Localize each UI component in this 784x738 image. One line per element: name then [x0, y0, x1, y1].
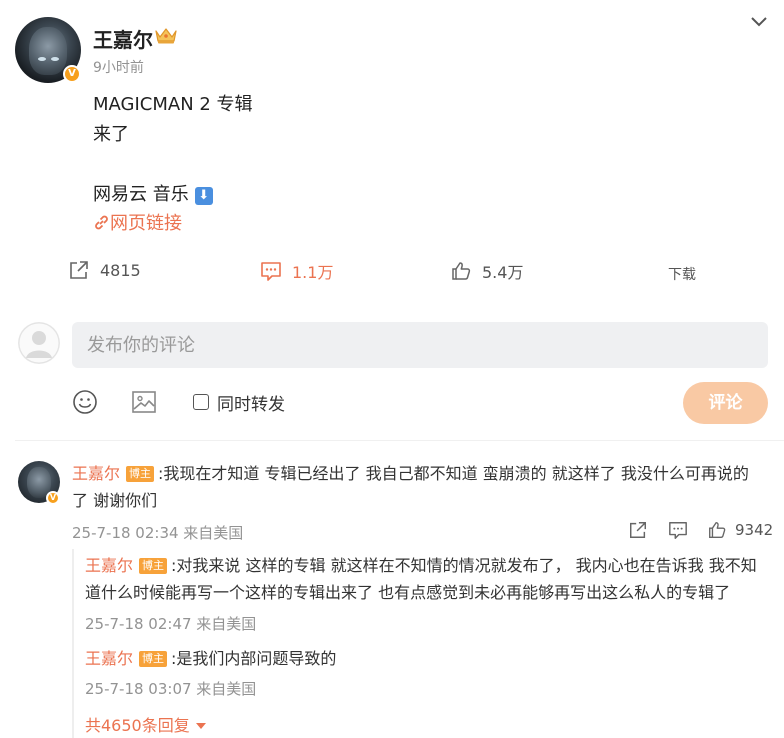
post-time[interactable]: 9小时前 — [93, 57, 144, 77]
comment-count: 1.1万 — [292, 263, 334, 282]
forward-label[interactable]: 同时转发 — [217, 390, 285, 415]
share-button[interactable]: 4815 — [68, 259, 141, 281]
post-text-line-3: 网易云 音乐 ⬇ — [93, 180, 213, 206]
comment-icon — [261, 262, 281, 281]
comment-like-button[interactable]: 9342 — [707, 520, 773, 540]
more-replies-label: 共4650条回复 — [85, 716, 190, 735]
comment-text-line-2: 了 谢谢你们 — [72, 491, 158, 510]
link-icon — [95, 215, 108, 230]
download-button[interactable]: 下载 — [668, 264, 696, 284]
my-avatar — [18, 322, 60, 364]
share-icon — [70, 261, 88, 279]
forward-checkbox[interactable] — [193, 394, 209, 410]
more-replies-link[interactable]: 共4650条回复 — [85, 712, 207, 736]
comment-meta: 25-7-18 02:34 来自美国 — [72, 524, 244, 542]
share-count: 4815 — [100, 260, 141, 280]
comment-button[interactable]: 1.1万 — [260, 259, 333, 283]
user-placeholder-icon — [18, 322, 60, 364]
divider — [15, 440, 784, 441]
crown-icon — [155, 28, 177, 44]
submit-comment-button[interactable]: 评论 — [683, 382, 768, 424]
reply-2-tag: 博主 — [139, 651, 168, 667]
down-arrow-icon: ⬇ — [194, 187, 213, 205]
comment-author[interactable]: 王嘉尔 — [72, 464, 120, 483]
reply-1: 王嘉尔 博主:对我来说 这样的专辑 就这样在不知情的情况就发布了， 我内心也在告诉… — [85, 553, 775, 579]
reply-1-tag: 博主 — [139, 558, 168, 574]
web-link-label: 网页链接 — [110, 213, 182, 234]
author-tag: 博主 — [126, 466, 155, 482]
comment-input[interactable] — [72, 322, 768, 368]
share-icon[interactable] — [628, 520, 648, 540]
like-button[interactable]: 5.4万 — [450, 259, 523, 283]
reply-2-author[interactable]: 王嘉尔 — [85, 649, 133, 668]
like-count: 5.4万 — [482, 263, 524, 282]
thumbs-up-icon — [709, 522, 726, 538]
verified-badge-small: V — [46, 491, 60, 505]
reply-2-meta: 25-7-18 03:07 来自美国 — [85, 680, 257, 698]
thumbs-up-icon — [452, 262, 471, 280]
post-text-music: 网易云 音乐 — [93, 184, 189, 205]
image-icon[interactable] — [131, 389, 157, 415]
author-name[interactable]: 王嘉尔 — [93, 24, 153, 53]
comment-icon[interactable] — [668, 520, 688, 540]
post-text-line-1: MAGICMAN 2 专辑 — [93, 94, 253, 115]
post-text-line-2: 来了 — [93, 124, 129, 145]
reply-1-author[interactable]: 王嘉尔 — [85, 556, 133, 575]
comment-text-line-1: :我现在才知道 专辑已经出了 我自己都不知道 蛮崩溃的 就这样了 我没什么可再说… — [158, 464, 749, 483]
comment-text: 王嘉尔 博主:我现在才知道 专辑已经出了 我自己都不知道 蛮崩溃的 就这样了 我没… — [72, 461, 772, 487]
reply-1-text-line-2: 道什么时候能再写一个这样的专辑出来了 也有点感觉到未必再能够再写出这么私人的专辑… — [85, 583, 731, 602]
reply-1-text-line-1: :对我来说 这样的专辑 就这样在不知情的情况就发布了， 我内心也在告诉我 我不知 — [171, 556, 757, 575]
reply-1-meta: 25-7-18 02:47 来自美国 — [85, 615, 257, 633]
chevron-down-icon[interactable] — [748, 12, 770, 30]
verified-badge: V — [63, 65, 81, 83]
reply-2: 王嘉尔 博主:是我们内部问题导致的 — [85, 646, 336, 672]
reply-2-text: :是我们内部问题导致的 — [171, 649, 337, 668]
web-link[interactable]: 网页链接 — [93, 209, 182, 235]
caret-down-icon — [195, 723, 206, 729]
emoji-icon[interactable] — [72, 389, 98, 415]
comment-like-count: 9342 — [735, 521, 774, 539]
